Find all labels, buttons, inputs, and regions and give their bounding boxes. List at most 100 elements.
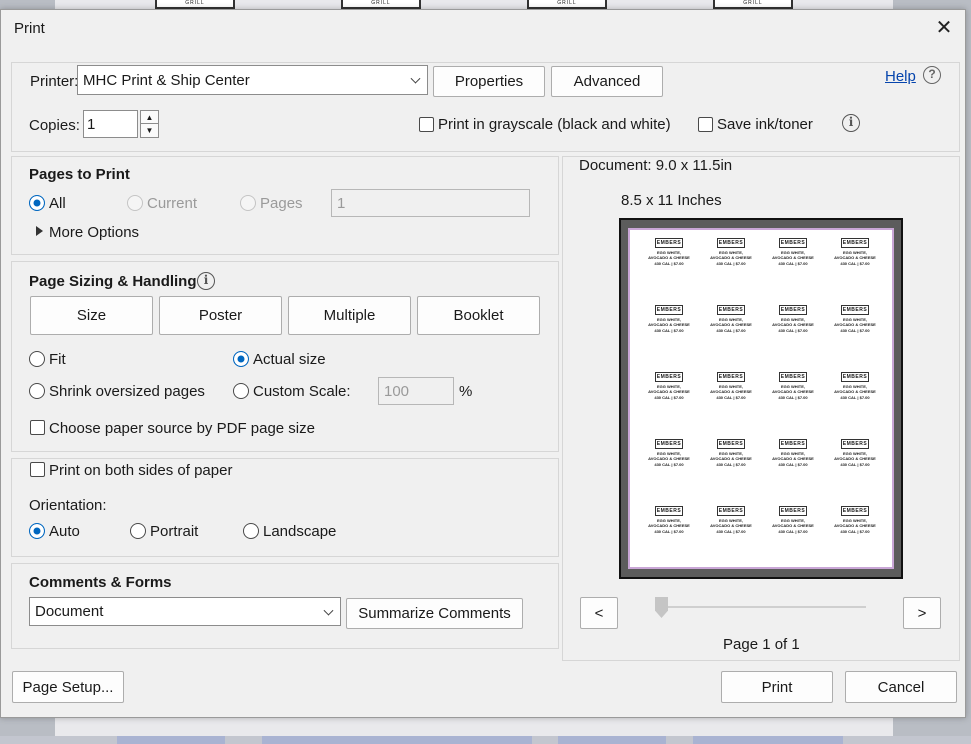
copies-label: Copies:	[29, 117, 80, 134]
radio-auto-label: Auto	[49, 523, 80, 540]
save-ink-checkbox[interactable]	[698, 117, 713, 132]
label-text: 430 CAL | $7.00	[654, 261, 684, 266]
grayscale-label: Print in grayscale (black and white)	[438, 116, 671, 133]
label-text: AVOCADO & CHEESE	[710, 322, 752, 327]
radio-shrink[interactable]	[29, 383, 45, 399]
label-text: 430 CAL | $7.00	[716, 395, 746, 400]
label-text: 430 CAL | $7.00	[840, 261, 870, 266]
label-text: AVOCADO & CHEESE	[834, 255, 876, 260]
preview-label: EMBERS EGG WHITE, AVOCADO & CHEESE 430 CAL …	[831, 238, 879, 266]
properties-button[interactable]: Properties	[433, 66, 545, 97]
label-logo: EMBERS	[779, 372, 807, 382]
label-text: 430 CAL | $7.00	[778, 261, 808, 266]
copies-input[interactable]: 1	[83, 110, 138, 138]
radio-portrait-label: Portrait	[150, 523, 199, 540]
label-text: 430 CAL | $7.00	[778, 395, 808, 400]
printer-label: Printer:	[30, 73, 79, 90]
both-sides-checkbox[interactable]	[30, 462, 45, 477]
pages-range-input[interactable]: 1	[331, 189, 530, 217]
label-text: 430 CAL | $7.00	[778, 328, 808, 333]
label-logo: EMBERS	[779, 506, 807, 516]
background-logo: GRILL	[713, 0, 793, 9]
page-slider-track[interactable]	[661, 606, 866, 608]
expand-triangle-icon[interactable]	[36, 226, 43, 236]
grayscale-checkbox[interactable]	[419, 117, 434, 132]
preview-label: EMBERS EGG WHITE, AVOCADO & CHEESE 430 CAL …	[831, 506, 879, 534]
size-mode-button[interactable]: Size	[30, 296, 153, 335]
label-text: AVOCADO & CHEESE	[772, 255, 814, 260]
radio-custom-scale[interactable]	[233, 383, 249, 399]
label-text: 430 CAL | $7.00	[716, 261, 746, 266]
label-logo: EMBERS	[841, 238, 869, 248]
background-logo: GRILL	[527, 0, 607, 9]
label-text: AVOCADO & CHEESE	[834, 389, 876, 394]
advanced-button[interactable]: Advanced	[551, 66, 663, 97]
poster-mode-button[interactable]: Poster	[159, 296, 282, 335]
label-text: 430 CAL | $7.00	[716, 462, 746, 467]
preview-label: EMBERS EGG WHITE, AVOCADO & CHEESE 430 CAL …	[769, 439, 817, 467]
multiple-mode-button[interactable]: Multiple	[288, 296, 411, 335]
custom-scale-input[interactable]: 100	[378, 377, 454, 405]
comments-forms-select[interactable]: Document	[29, 597, 341, 626]
radio-auto[interactable]	[29, 523, 45, 539]
label-text: AVOCADO & CHEESE	[710, 456, 752, 461]
label-text: 430 CAL | $7.00	[716, 529, 746, 534]
preview-label: EMBERS EGG WHITE, AVOCADO & CHEESE 430 CAL …	[707, 439, 755, 467]
radio-fit[interactable]	[29, 351, 45, 367]
background-block	[117, 736, 225, 744]
label-text: 430 CAL | $7.00	[840, 462, 870, 467]
close-icon[interactable]: ✕	[932, 16, 956, 40]
printer-select[interactable]: MHC Print & Ship Center	[77, 65, 428, 95]
printer-selected-value: MHC Print & Ship Center	[83, 71, 250, 89]
chevron-down-icon	[323, 605, 334, 616]
label-text: 430 CAL | $7.00	[654, 328, 684, 333]
prev-page-button[interactable]: <	[580, 597, 618, 629]
radio-all[interactable]	[29, 195, 45, 211]
label-text: 430 CAL | $7.00	[840, 529, 870, 534]
preview-label: EMBERS EGG WHITE, AVOCADO & CHEESE 430 CAL …	[707, 372, 755, 400]
info-icon[interactable]: i	[197, 272, 215, 290]
label-text: AVOCADO & CHEESE	[648, 456, 690, 461]
help-link[interactable]: Help	[885, 68, 916, 85]
summarize-comments-button[interactable]: Summarize Comments	[346, 598, 523, 629]
label-text: 430 CAL | $7.00	[654, 529, 684, 534]
preview-label: EMBERS EGG WHITE, AVOCADO & CHEESE 430 CAL …	[645, 305, 693, 333]
document-size: Document: 9.0 x 11.5in	[579, 157, 733, 174]
label-text: AVOCADO & CHEESE	[648, 523, 690, 528]
radio-actual-size-label: Actual size	[253, 351, 326, 368]
preview-label: EMBERS EGG WHITE, AVOCADO & CHEESE 430 CAL …	[645, 439, 693, 467]
help-question-icon[interactable]: ?	[923, 66, 941, 84]
page-setup-button[interactable]: Page Setup...	[12, 671, 124, 703]
preview-label: EMBERS EGG WHITE, AVOCADO & CHEESE 430 CAL …	[645, 506, 693, 534]
booklet-mode-button[interactable]: Booklet	[417, 296, 540, 335]
next-page-button[interactable]: >	[903, 597, 941, 629]
radio-actual-size[interactable]	[233, 351, 249, 367]
cancel-button[interactable]: Cancel	[845, 671, 957, 703]
label-logo: EMBERS	[655, 238, 683, 248]
radio-current[interactable]	[127, 195, 143, 211]
paper-size: 8.5 x 11 Inches	[621, 192, 722, 209]
radio-pages-label: Pages	[260, 195, 303, 212]
copies-stepper[interactable]: ▲ ▼	[140, 110, 159, 138]
info-icon[interactable]: i	[842, 114, 860, 132]
radio-portrait[interactable]	[130, 523, 146, 539]
label-text: AVOCADO & CHEESE	[710, 523, 752, 528]
label-logo: EMBERS	[779, 238, 807, 248]
stepper-down-icon[interactable]: ▼	[141, 124, 158, 137]
paper-source-checkbox[interactable]	[30, 420, 45, 435]
stepper-up-icon[interactable]: ▲	[141, 111, 158, 124]
preview-label: EMBERS EGG WHITE, AVOCADO & CHEESE 430 CAL …	[769, 506, 817, 534]
radio-pages[interactable]	[240, 195, 256, 211]
preview-label: EMBERS EGG WHITE, AVOCADO & CHEESE 430 CAL …	[707, 305, 755, 333]
radio-current-label: Current	[147, 195, 198, 212]
label-logo: EMBERS	[841, 439, 869, 449]
radio-fit-label: Fit	[49, 351, 66, 368]
print-button[interactable]: Print	[721, 671, 833, 703]
label-text: AVOCADO & CHEESE	[648, 389, 690, 394]
preview-page: EMBERS EGG WHITE, AVOCADO & CHEESE 430 CAL …	[628, 228, 894, 569]
background-logo: GRILL	[155, 0, 235, 9]
more-options-link[interactable]: More Options	[49, 224, 139, 241]
label-text: AVOCADO & CHEESE	[772, 389, 814, 394]
dialog-title: Print	[14, 20, 45, 37]
radio-landscape[interactable]	[243, 523, 259, 539]
